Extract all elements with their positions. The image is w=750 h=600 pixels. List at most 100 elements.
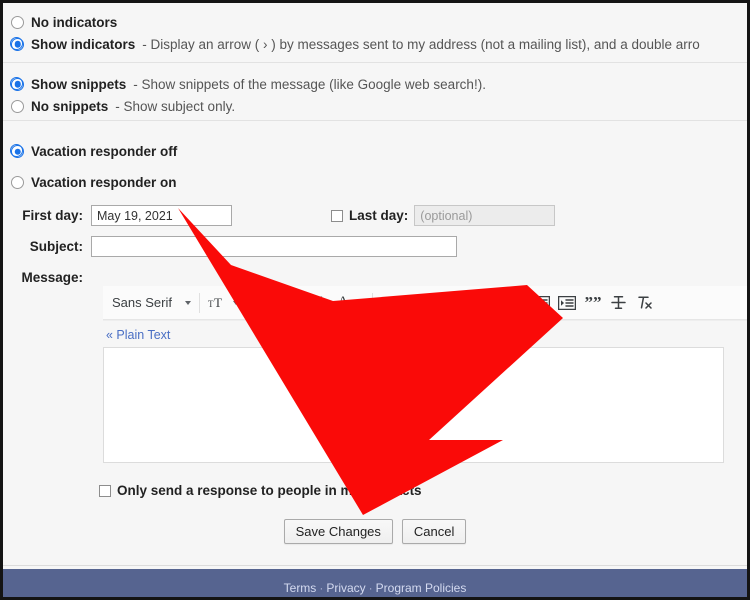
toolbar-separator xyxy=(246,292,248,313)
radio-desc-no-snippets: - Show subject only. xyxy=(115,98,236,114)
text-color-icon: A xyxy=(337,293,349,311)
image-icon xyxy=(407,295,425,310)
radio-no-snippets[interactable] xyxy=(11,99,24,113)
footer-divider xyxy=(3,565,747,566)
vacation-form: First day: May 19, 2021 Last day: (optio… xyxy=(3,200,747,293)
plain-text-link[interactable]: « Plain Text xyxy=(106,328,170,342)
radio-label-vacation-on: Vacation responder on xyxy=(31,175,177,190)
section-divider-1 xyxy=(3,62,747,63)
vacation-responder-section: Vacation responder off Vacation responde… xyxy=(10,136,178,198)
first-day-row: First day: May 19, 2021 Last day: (optio… xyxy=(3,200,747,231)
radio-option-no-indicators[interactable]: No indicators xyxy=(11,11,700,33)
chevron-down-icon xyxy=(465,300,472,305)
strikethrough-icon xyxy=(611,295,627,310)
last-day-input[interactable]: (optional) xyxy=(414,205,556,226)
page-footer: Terms · Privacy · Program Policies xyxy=(3,569,747,597)
privacy-link[interactable]: Privacy xyxy=(326,581,365,595)
contacts-only-label: Only send a response to people in my Con… xyxy=(117,483,422,498)
strikethrough-button[interactable] xyxy=(606,286,632,319)
radio-option-vacation-off[interactable]: Vacation responder off xyxy=(10,136,178,167)
remove-formatting-button[interactable] xyxy=(632,286,658,319)
svg-text:T: T xyxy=(214,296,222,310)
section-divider-2 xyxy=(3,120,747,121)
cancel-button[interactable]: Cancel xyxy=(401,519,467,544)
radio-label-no-indicators: No indicators xyxy=(31,14,118,30)
toolbar-separator xyxy=(198,292,200,313)
toolbar-separator xyxy=(432,292,434,313)
message-body-textarea[interactable] xyxy=(103,347,724,463)
indent-less-icon xyxy=(531,295,550,310)
last-day-checkbox[interactable] xyxy=(331,209,343,222)
numbered-list-icon: 1 2 3 xyxy=(480,296,498,310)
subject-label: Subject: xyxy=(29,239,83,254)
radio-label-vacation-off: Vacation responder off xyxy=(31,144,178,159)
radio-option-show-snippets[interactable]: Show snippets - Show snippets of the mes… xyxy=(10,73,486,95)
contacts-only-checkbox[interactable] xyxy=(99,484,111,497)
contacts-only-row[interactable]: Only send a response to people in my Con… xyxy=(99,483,422,498)
footer-separator: · xyxy=(319,581,324,595)
radio-label-show-snippets: Show snippets xyxy=(31,76,127,92)
save-changes-button[interactable]: Save Changes xyxy=(283,519,393,544)
message-label: Message: xyxy=(21,270,83,285)
message-editor: Sans Serif TT B I U A 1 2 3 ”” xyxy=(103,286,747,320)
gmail-settings-page: No indicators Show indicators - Display … xyxy=(3,3,747,597)
remove-format-icon xyxy=(637,295,653,310)
indent-less-button[interactable] xyxy=(528,286,554,319)
radio-desc-show-snippets: - Show snippets of the message (like Goo… xyxy=(133,76,486,92)
underline-button[interactable]: U xyxy=(304,286,330,319)
align-button[interactable] xyxy=(438,286,476,319)
indent-more-button[interactable] xyxy=(554,286,580,319)
link-icon xyxy=(381,294,398,311)
last-day-label: Last day: xyxy=(349,208,409,223)
browser-screenshot-frame: No indicators Show indicators - Display … xyxy=(0,0,750,600)
font-family-select[interactable]: Sans Serif xyxy=(103,286,195,319)
quote-button[interactable]: ”” xyxy=(580,286,606,319)
radio-option-vacation-on[interactable]: Vacation responder on xyxy=(11,167,177,198)
underline-icon: U xyxy=(311,294,323,310)
svg-text:3: 3 xyxy=(480,306,483,310)
font-family-value: Sans Serif xyxy=(112,295,172,310)
form-actions: Save Changes Cancel xyxy=(3,519,747,544)
radio-option-no-snippets[interactable]: No snippets - Show subject only. xyxy=(11,95,486,117)
last-day-group: Last day: (optional) xyxy=(331,205,556,226)
bold-icon: B xyxy=(259,294,270,310)
chevron-down-icon xyxy=(357,300,364,305)
radio-label-show-indicators: Show indicators xyxy=(31,36,136,52)
radio-no-indicators[interactable] xyxy=(11,15,24,29)
bulleted-list-icon xyxy=(506,296,524,310)
insert-link-button[interactable] xyxy=(377,286,403,319)
numbered-list-button[interactable]: 1 2 3 xyxy=(476,286,502,319)
radio-desc-show-indicators: - Display an arrow ( › ) by messages sen… xyxy=(142,36,700,52)
chevron-down-icon xyxy=(184,300,191,305)
bold-button[interactable]: B xyxy=(252,286,278,319)
align-icon xyxy=(438,286,464,319)
font-size-icon: TT xyxy=(204,286,230,319)
first-day-label: First day: xyxy=(22,208,83,223)
quote-icon: ”” xyxy=(584,292,602,312)
chevron-down-icon xyxy=(232,300,239,305)
italic-button[interactable]: I xyxy=(278,286,304,319)
indent-more-icon xyxy=(557,295,576,310)
personal-indicators-section: No indicators Show indicators - Display … xyxy=(10,11,700,55)
editor-toolbar: Sans Serif TT B I U A 1 2 3 ”” xyxy=(103,286,747,320)
terms-link[interactable]: Terms xyxy=(284,581,317,595)
program-policies-link[interactable]: Program Policies xyxy=(376,581,467,595)
bulleted-list-button[interactable] xyxy=(502,286,528,319)
footer-links: Terms · Privacy · Program Policies xyxy=(284,581,467,597)
radio-option-show-indicators[interactable]: Show indicators - Display an arrow ( › )… xyxy=(10,33,700,55)
radio-show-snippets[interactable] xyxy=(10,76,24,91)
first-day-input[interactable]: May 19, 2021 xyxy=(91,205,232,226)
toolbar-separator xyxy=(371,292,373,313)
font-size-button[interactable]: TT xyxy=(204,286,243,319)
footer-separator: · xyxy=(368,581,373,595)
insert-image-button[interactable] xyxy=(403,286,429,319)
snippets-section: Show snippets - Show snippets of the mes… xyxy=(10,73,486,117)
radio-show-indicators[interactable] xyxy=(10,36,24,51)
italic-icon: I xyxy=(288,294,294,310)
radio-vacation-on[interactable] xyxy=(11,176,24,189)
text-color-button[interactable]: A xyxy=(330,286,368,319)
radio-label-no-snippets: No snippets xyxy=(31,98,109,114)
subject-row: Subject: xyxy=(3,231,747,262)
radio-vacation-off[interactable] xyxy=(10,144,24,158)
subject-input[interactable] xyxy=(91,236,457,257)
